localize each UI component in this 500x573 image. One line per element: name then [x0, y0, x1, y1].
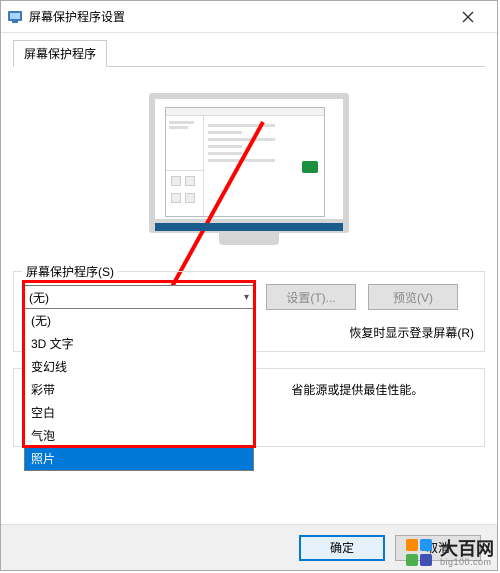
- screensaver-group-label: 屏幕保护程序(S): [22, 263, 118, 280]
- watermark-domain: big100.com: [440, 558, 494, 567]
- mini-window: [165, 107, 325, 217]
- chevron-down-icon: ▾: [244, 292, 249, 303]
- preview-thumbnail: [302, 161, 318, 173]
- settings-button[interactable]: 设置(T)...: [266, 284, 356, 310]
- dropdown-option-mystify[interactable]: 变幻线: [25, 355, 253, 378]
- close-button[interactable]: [445, 1, 491, 33]
- dropdown-option-none[interactable]: (无): [25, 309, 253, 332]
- window-title: 屏幕保护程序设置: [29, 8, 445, 25]
- titlebar: 屏幕保护程序设置: [1, 1, 497, 33]
- dropdown-option-3dtext[interactable]: 3D 文字: [25, 332, 253, 355]
- dropdown-option-photos[interactable]: 照片: [25, 447, 253, 470]
- watermark: 大百网 big100.com: [406, 539, 494, 567]
- dropdown-option-ribbons[interactable]: 彩带: [25, 378, 253, 401]
- watermark-logo-icon: [406, 539, 434, 567]
- tab-screensaver[interactable]: 屏幕保护程序: [13, 40, 107, 67]
- settings-window: 屏幕保护程序设置 屏幕保护程序: [0, 0, 498, 571]
- screensaver-combo-value: (无): [29, 289, 49, 306]
- app-icon: [7, 9, 23, 25]
- dropdown-option-bubbles[interactable]: 气泡: [25, 424, 253, 447]
- screensaver-combo[interactable]: (无) ▾: [24, 285, 254, 309]
- tab-strip: 屏幕保护程序: [13, 39, 485, 67]
- preview-button[interactable]: 预览(V): [368, 284, 458, 310]
- watermark-name: 大百网: [440, 540, 494, 558]
- content-area: 屏幕保护程序: [1, 33, 497, 459]
- screensaver-group: 屏幕保护程序(S) (无) ▾ (无) 3D 文字 变幻线 彩带 空白 气泡 照…: [13, 271, 485, 352]
- monitor-preview: [149, 93, 349, 245]
- preview-area: [13, 67, 485, 255]
- dropdown-option-blank[interactable]: 空白: [25, 401, 253, 424]
- resume-label: 恢复时显示登录屏幕(R): [349, 324, 474, 341]
- monitor-frame: [149, 93, 349, 233]
- screensaver-row: (无) ▾ (无) 3D 文字 变幻线 彩带 空白 气泡 照片 设置(T)...…: [24, 284, 474, 310]
- ok-button[interactable]: 确定: [299, 535, 385, 561]
- screensaver-dropdown-list: (无) 3D 文字 变幻线 彩带 空白 气泡 照片: [24, 308, 254, 471]
